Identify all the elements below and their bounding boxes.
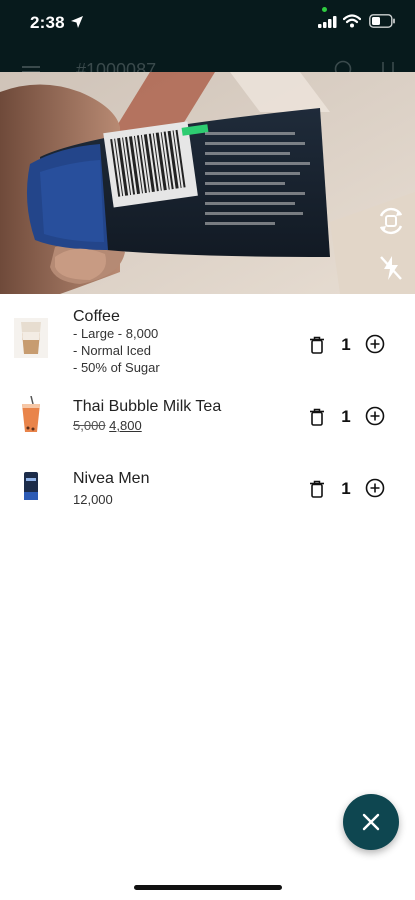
trash-icon[interactable] (309, 480, 325, 498)
close-icon (362, 813, 380, 831)
item-option: - Large - 8,000 (73, 326, 159, 341)
trash-icon[interactable] (309, 408, 325, 426)
item-quantity: 1 (341, 407, 351, 426)
item-price: 4,800 (109, 418, 142, 433)
item-original-price: 5,000 (73, 418, 106, 433)
location-arrow-icon (71, 16, 83, 28)
flash-off-icon[interactable] (378, 254, 404, 282)
status-bar: 2:38 #1000087 (0, 0, 415, 72)
item-price-row: 5,000 4,800 (73, 418, 142, 433)
help-icon[interactable] (334, 60, 352, 72)
home-indicator[interactable] (134, 885, 282, 890)
menu-icon[interactable] (22, 62, 40, 72)
camera-rotate-icon[interactable] (374, 204, 408, 238)
milk-tea-thumbnail (14, 396, 48, 436)
nivea-men-thumbnail (14, 468, 48, 508)
close-scanner-button[interactable] (343, 794, 399, 850)
app-bar: #1000087 (0, 56, 415, 72)
battery-icon (369, 14, 395, 28)
plus-circle-icon[interactable] (365, 334, 385, 354)
plus-circle-icon[interactable] (365, 478, 385, 498)
barcode-scanner-preview[interactable] (0, 72, 415, 294)
item-price: 12,000 (73, 492, 113, 507)
cellular-signal-icon (318, 16, 337, 28)
wifi-icon (343, 14, 361, 28)
coffee-thumbnail (14, 318, 48, 358)
item-name: Nivea Men (73, 470, 150, 487)
item-quantity: 1 (341, 335, 351, 354)
item-name: Thai Bubble Milk Tea (73, 398, 222, 415)
plus-circle-icon[interactable] (365, 406, 385, 426)
order-number: #1000087 (76, 60, 157, 72)
sort-icon[interactable] (380, 60, 396, 72)
item-option: - Normal Iced (73, 343, 152, 358)
item-name: Coffee (73, 308, 120, 325)
trash-icon[interactable] (309, 336, 325, 354)
status-time: 2:38 (30, 13, 65, 32)
camera-preview-image (0, 72, 415, 294)
item-option: - 50% of Sugar (73, 360, 160, 375)
item-quantity: 1 (341, 479, 351, 498)
privacy-indicator-dot (322, 7, 327, 12)
